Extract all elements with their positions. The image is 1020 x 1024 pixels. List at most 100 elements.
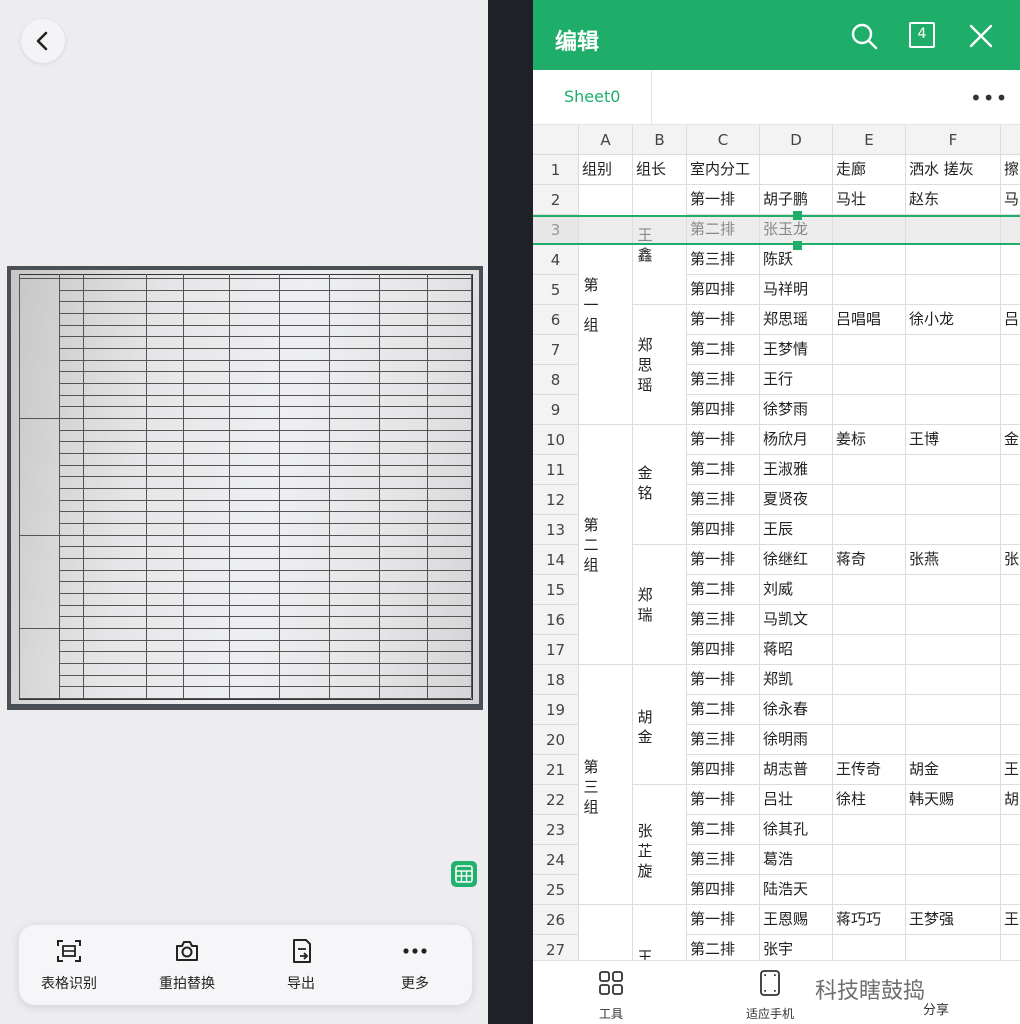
grid-cell[interactable]: [579, 605, 633, 635]
grid-cell[interactable]: [833, 245, 906, 275]
grid-cell[interactable]: 吕: [1001, 305, 1020, 335]
grid-cell[interactable]: 组别: [579, 155, 633, 185]
grid-cell[interactable]: 第二排: [687, 815, 760, 845]
grid-cell[interactable]: 第三排: [687, 845, 760, 875]
row-header[interactable]: 24: [533, 845, 579, 875]
back-button[interactable]: [21, 19, 65, 63]
row-header[interactable]: 25: [533, 875, 579, 905]
tools-button[interactable]: 工具: [597, 969, 625, 1022]
grid-cell[interactable]: [906, 395, 1001, 425]
column-header-g[interactable]: [1001, 125, 1020, 155]
grid-cell[interactable]: [906, 275, 1001, 305]
sheet-tab[interactable]: Sheet0: [533, 70, 652, 124]
grid-cell[interactable]: 蒋昭: [760, 635, 833, 665]
grid-cell[interactable]: [1001, 605, 1020, 635]
row-header[interactable]: 19: [533, 695, 579, 725]
grid-cell[interactable]: 第四排: [687, 635, 760, 665]
row-header[interactable]: 15: [533, 575, 579, 605]
grid-cell[interactable]: 徐继红: [760, 545, 833, 575]
grid-cell[interactable]: 第一排: [687, 185, 760, 215]
grid-cell[interactable]: [906, 845, 1001, 875]
grid-cell[interactable]: 张宇: [760, 935, 833, 960]
grid-cell[interactable]: [579, 875, 633, 905]
grid-cell[interactable]: [833, 695, 906, 725]
share-button[interactable]: 分享: [923, 999, 949, 1018]
grid-cell[interactable]: 第一排: [687, 905, 760, 935]
grid-cell[interactable]: [633, 515, 687, 545]
grid-cell[interactable]: [579, 845, 633, 875]
page-count-button[interactable]: 4: [909, 22, 935, 48]
grid-cell[interactable]: [1001, 635, 1020, 665]
grid-cell[interactable]: 第四排: [687, 515, 760, 545]
grid-cell[interactable]: [579, 455, 633, 485]
grid-cell[interactable]: [1001, 245, 1020, 275]
grid-cell[interactable]: [906, 365, 1001, 395]
grid-cell[interactable]: [579, 575, 633, 605]
grid-cell[interactable]: 胡金: [906, 755, 1001, 785]
grid-cell[interactable]: [906, 875, 1001, 905]
grid-cell[interactable]: [1001, 575, 1020, 605]
grid-cell[interactable]: 第三排: [687, 725, 760, 755]
grid-cell[interactable]: 第三排: [687, 605, 760, 635]
grid-cell[interactable]: [1001, 365, 1020, 395]
grid-cell[interactable]: 徐柱: [833, 785, 906, 815]
grid-cell[interactable]: 蒋巧巧: [833, 905, 906, 935]
grid-cell[interactable]: [579, 245, 633, 275]
grid-cell[interactable]: [833, 365, 906, 395]
grid-cell[interactable]: [833, 665, 906, 695]
grid-cell[interactable]: [579, 905, 633, 935]
grid-cell[interactable]: [833, 275, 906, 305]
grid-cell[interactable]: 马祥明: [760, 275, 833, 305]
row-header[interactable]: 23: [533, 815, 579, 845]
export-button[interactable]: 导出: [251, 937, 351, 993]
grid-cell[interactable]: 第四排: [687, 875, 760, 905]
grid-cell[interactable]: [1001, 725, 1020, 755]
row-header[interactable]: 4: [533, 245, 579, 275]
grid-cell[interactable]: [833, 485, 906, 515]
grid-cell[interactable]: 郑凯: [760, 665, 833, 695]
grid-cell[interactable]: 第三排: [687, 485, 760, 515]
grid-cell[interactable]: [1001, 275, 1020, 305]
grid-cell[interactable]: 杨欣月: [760, 425, 833, 455]
grid-cell[interactable]: 第一排: [687, 785, 760, 815]
grid-cell[interactable]: 韩天赐: [906, 785, 1001, 815]
row-header[interactable]: 22: [533, 785, 579, 815]
grid-cell[interactable]: [833, 725, 906, 755]
grid-cell[interactable]: 徐梦雨: [760, 395, 833, 425]
row-header[interactable]: 21: [533, 755, 579, 785]
grid-cell[interactable]: 洒水 搓灰: [906, 155, 1001, 185]
grid-cell[interactable]: [633, 635, 687, 665]
grid-cell[interactable]: [633, 395, 687, 425]
grid-cell[interactable]: [633, 755, 687, 785]
grid-cell[interactable]: [833, 635, 906, 665]
grid-cell[interactable]: 金: [1001, 425, 1020, 455]
grid-cell[interactable]: [1001, 665, 1020, 695]
row-header[interactable]: 10: [533, 425, 579, 455]
grid-cell[interactable]: [633, 275, 687, 305]
grid-cell[interactable]: 马凯文: [760, 605, 833, 635]
grid-cell[interactable]: [906, 335, 1001, 365]
grid-cell[interactable]: [633, 905, 687, 935]
column-header-e[interactable]: E: [833, 125, 906, 155]
grid-cell[interactable]: 王: [1001, 905, 1020, 935]
grid-cell[interactable]: [1001, 335, 1020, 365]
grid-cell[interactable]: [1001, 845, 1020, 875]
column-header-b[interactable]: B: [633, 125, 687, 155]
grid-cell[interactable]: [833, 395, 906, 425]
grid-cell[interactable]: [833, 575, 906, 605]
grid-cell[interactable]: [579, 665, 633, 695]
table-view-button[interactable]: [451, 861, 477, 887]
grid-cell[interactable]: [633, 545, 687, 575]
row-header[interactable]: 13: [533, 515, 579, 545]
grid-cell[interactable]: [579, 695, 633, 725]
row-header[interactable]: 16: [533, 605, 579, 635]
grid-cell[interactable]: 王行: [760, 365, 833, 395]
grid-cell[interactable]: [906, 575, 1001, 605]
grid-cell[interactable]: [906, 935, 1001, 960]
close-icon[interactable]: [969, 24, 993, 48]
grid-cell[interactable]: [833, 455, 906, 485]
grid-cell[interactable]: 王博: [906, 425, 1001, 455]
grid-cell[interactable]: [633, 185, 687, 215]
grid-cell[interactable]: [833, 515, 906, 545]
grid-cell[interactable]: [633, 425, 687, 455]
